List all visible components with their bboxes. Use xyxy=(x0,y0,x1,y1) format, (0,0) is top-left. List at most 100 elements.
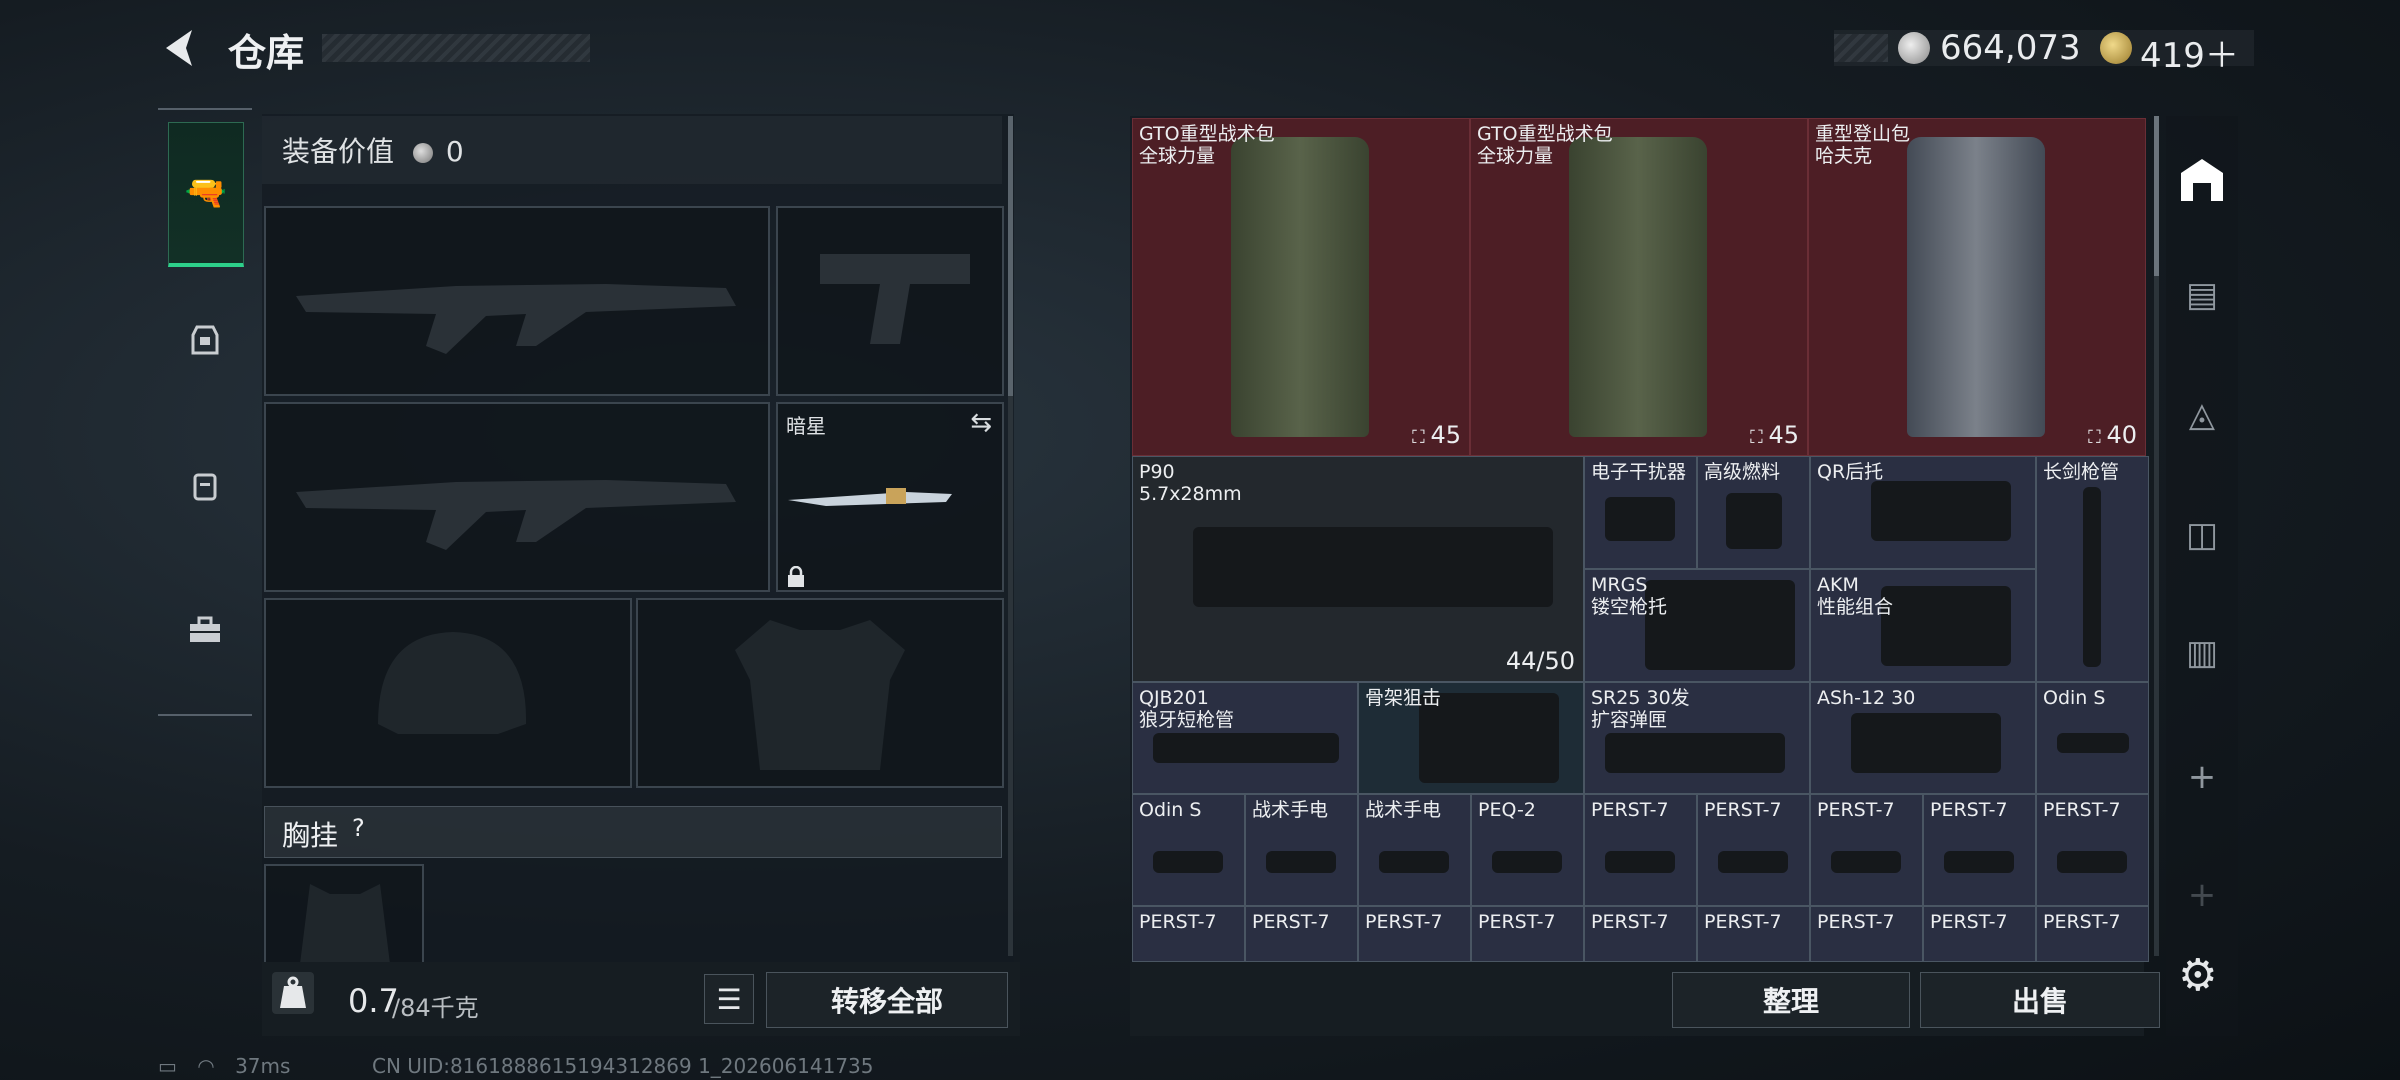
magazine-item[interactable]: SR25 30发 扩容弹匣 xyxy=(1584,682,1810,794)
item-name: PERST-7 xyxy=(1591,911,1669,933)
swap-icon[interactable]: ⇆ xyxy=(970,408,992,438)
toolbox-icon xyxy=(190,616,220,642)
tab-weapons[interactable]: 🔫 xyxy=(168,122,244,267)
attachment-item[interactable]: PERST-7 xyxy=(1358,906,1471,962)
sort-button[interactable]: 整理 xyxy=(1672,972,1910,1028)
transfer-all-button[interactable]: 转移全部 xyxy=(766,972,1008,1028)
ping-value: 37ms xyxy=(235,1054,291,1078)
user-id: CN UID:8161888615194312869 1_20260614173… xyxy=(372,1054,874,1078)
title-decoration xyxy=(322,34,590,62)
silver-amount: 664,073 xyxy=(1940,28,2081,68)
attachment-item[interactable]: PERST-7 xyxy=(1697,906,1810,962)
item-image xyxy=(1605,497,1675,541)
attachment-item[interactable]: PERST-7 xyxy=(1584,906,1697,962)
help-icon[interactable]: ? xyxy=(352,814,365,842)
pistol-silhouette-icon xyxy=(820,254,970,344)
item-name: 重型登山包 哈夫克 xyxy=(1815,123,1911,167)
item-name: 电子干扰器 xyxy=(1591,461,1687,483)
primary-weapon-slot[interactable] xyxy=(264,206,770,396)
sidearm-slot[interactable] xyxy=(776,206,1004,396)
sell-button[interactable]: 出售 xyxy=(1920,972,2160,1028)
stash-tab-4[interactable]: ◫ xyxy=(2172,502,2232,568)
tab-rig[interactable] xyxy=(168,270,242,410)
sniper-stock-item[interactable]: 骨架狙击 xyxy=(1358,682,1584,794)
backpack-item[interactable]: GTO重型战术包 全球力量 ⛶ 45 xyxy=(1470,118,1808,456)
add-stash-tab-button[interactable]: + xyxy=(2172,744,2232,810)
stash-tab-main[interactable] xyxy=(2172,146,2232,212)
attachment-item[interactable]: 战术手电 xyxy=(1358,794,1471,906)
handguard-item[interactable]: AKM 性能组合 xyxy=(1810,569,2036,682)
item-name: P90 5.7x28mm xyxy=(1139,461,1242,505)
tab-toolbox[interactable] xyxy=(168,560,242,700)
stock-item[interactable]: MRGS 镂空枪托 xyxy=(1584,569,1810,682)
scope-item[interactable]: Odin S xyxy=(2036,682,2149,794)
attachment-item[interactable]: PEQ-2 xyxy=(1471,794,1584,906)
backpack-icon xyxy=(1907,137,2045,437)
capacity-icon: ⛶ xyxy=(1412,427,1431,448)
attachment-item[interactable]: PERST-7 xyxy=(1923,906,2036,962)
stock-item[interactable]: QR后托 xyxy=(1810,456,2036,569)
item-image xyxy=(1871,481,2011,541)
capacity-icon: ⛶ xyxy=(1750,427,1769,448)
item-name: PERST-7 xyxy=(2043,799,2121,821)
fuel-item[interactable]: 高级燃料 xyxy=(1697,456,1810,569)
item-count-value: 44/50 xyxy=(1505,647,1575,675)
item-name: 骨架狙击 xyxy=(1365,687,1442,709)
melee-slot[interactable]: 暗星 ⇆ xyxy=(776,402,1004,592)
item-image xyxy=(1605,733,1785,773)
helmet-slot[interactable] xyxy=(264,598,632,788)
item-image xyxy=(1492,851,1562,873)
equipment-scrollbar-thumb[interactable] xyxy=(1008,116,1013,396)
backpack-item[interactable]: GTO重型战术包 全球力量 ⛶ 45 xyxy=(1132,118,1470,456)
attachment-item[interactable]: PERST-7 xyxy=(1471,906,1584,962)
item-name: 战术手电 xyxy=(1252,799,1329,821)
item-name: PERST-7 xyxy=(1704,799,1782,821)
item-name: 长剑枪管 xyxy=(2043,461,2120,483)
attachment-item[interactable]: PERST-7 xyxy=(1245,906,1358,962)
attachment-item[interactable]: PERST-7 xyxy=(2036,794,2149,906)
item-name: PERST-7 xyxy=(1252,911,1330,933)
vest-silhouette-icon xyxy=(735,620,905,770)
backpack-icon xyxy=(1569,137,1707,437)
magazine-item[interactable]: ASh-12 30 xyxy=(1810,682,2036,794)
stash-tab-5[interactable]: ▥ xyxy=(2172,620,2232,686)
item-image xyxy=(2057,851,2127,873)
item-image xyxy=(1193,527,1553,607)
attachment-item[interactable]: PERST-7 xyxy=(1697,794,1810,906)
attachment-item[interactable]: PERST-7 xyxy=(1132,906,1245,962)
item-name: Odin S xyxy=(1139,799,1202,821)
jammer-item[interactable]: 电子干扰器 xyxy=(1584,456,1697,569)
tab-backpack[interactable] xyxy=(168,416,242,556)
melee-name: 暗星 xyxy=(786,414,826,438)
backpack-item[interactable]: 重型登山包 哈夫克 ⛶ 40 xyxy=(1808,118,2146,456)
chest-rig-slot[interactable] xyxy=(264,864,424,964)
item-count-value: 45 xyxy=(1768,421,1799,449)
secondary-weapon-slot[interactable] xyxy=(264,402,770,592)
barrel-item[interactable]: 长剑枪管 xyxy=(2036,456,2149,682)
stash-tab-2[interactable]: ▤ xyxy=(2172,262,2232,328)
list-view-button[interactable]: ☰ xyxy=(704,974,754,1024)
settings-gear-icon[interactable]: ⚙ xyxy=(2178,950,2217,1001)
stash-tab-3[interactable]: ◬ xyxy=(2172,382,2232,448)
gold-amount[interactable]: 419＋ xyxy=(2140,28,2239,77)
attachment-item[interactable]: PERST-7 xyxy=(2036,906,2149,962)
equipment-value-number: 0 xyxy=(445,135,464,168)
equipment-value-label: 装备价值 xyxy=(282,135,395,168)
back-button[interactable] xyxy=(158,26,202,70)
barrel-item[interactable]: QJB201 狼牙短枪管 xyxy=(1132,682,1358,794)
attachment-item[interactable]: PERST-7 xyxy=(1923,794,2036,906)
attachment-item[interactable]: Odin S xyxy=(1132,794,1245,906)
wifi-icon: ◠ xyxy=(197,1054,215,1078)
armor-slot[interactable] xyxy=(636,598,1004,788)
p90-item[interactable]: P90 5.7x28mm 44/50 xyxy=(1132,456,1584,682)
rifle-silhouette-icon xyxy=(296,284,736,354)
attachment-item[interactable]: PERST-7 xyxy=(1810,794,1923,906)
add-currency-icon[interactable]: ＋ xyxy=(2205,36,2239,76)
attachment-item[interactable]: 战术手电 xyxy=(1245,794,1358,906)
stash-scrollbar-thumb[interactable] xyxy=(2154,116,2159,276)
backpack-icon xyxy=(1231,137,1369,437)
attachment-item[interactable]: PERST-7 xyxy=(1584,794,1697,906)
item-name: PERST-7 xyxy=(1817,799,1895,821)
attachment-item[interactable]: PERST-7 xyxy=(1810,906,1923,962)
item-count-value: 40 xyxy=(2106,421,2137,449)
